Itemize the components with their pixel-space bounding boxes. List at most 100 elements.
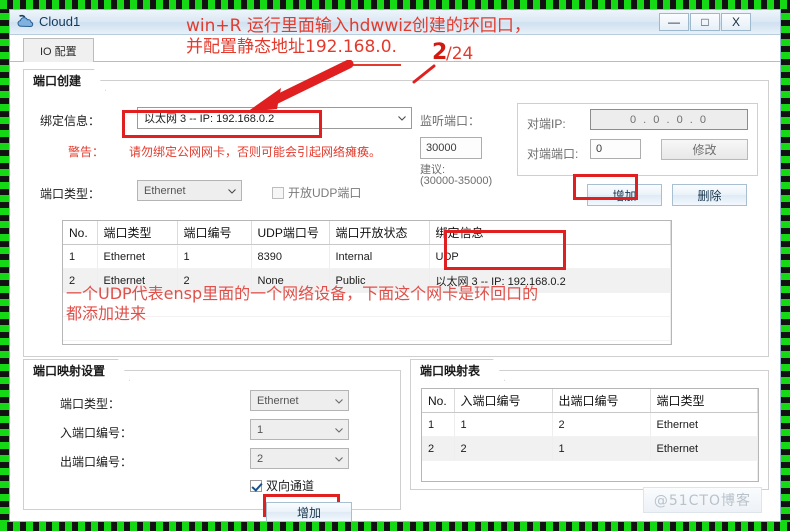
port-table-grid: No. 端口类型 端口编号 UDP端口号 端口开放状态 绑定信息 1 Ether…	[63, 221, 671, 344]
binding-info-select[interactable]: 以太网 3 -- IP: 192.168.0.2	[137, 107, 412, 129]
map-port-type-value: Ethernet	[257, 394, 299, 407]
cell-type: Ethernet	[650, 436, 758, 461]
annotation-top-line1: win+R 运行里面输入hdwwiz创建的环回口，	[186, 16, 531, 36]
cell-no: 1	[422, 412, 455, 437]
peer-port-value: 0	[596, 143, 603, 155]
annotation-underline	[343, 64, 401, 66]
port-mapping-settings-title: 端口映射设置	[23, 359, 130, 381]
checkbox-box-icon	[250, 479, 262, 492]
table-row[interactable]: 1 1 2 Ethernet	[422, 412, 758, 437]
add-port-button[interactable]: 增加	[587, 184, 662, 206]
binding-info-value: 以太网 3 -- IP: 192.168.0.2	[144, 113, 275, 125]
port-table-header-row: No. 端口类型 端口编号 UDP端口号 端口开放状态 绑定信息	[63, 221, 671, 245]
checkbox-box-icon	[272, 186, 284, 199]
map-out-port-select[interactable]: 2	[250, 448, 349, 469]
port-type-select[interactable]: Ethernet	[137, 180, 242, 201]
warning-label: 警告：	[68, 145, 105, 159]
map-out-port-value: 2	[257, 452, 264, 465]
cell-out-port: 1	[552, 436, 651, 461]
cell-type: Ethernet	[650, 412, 758, 437]
listen-port-value: 30000	[426, 142, 457, 154]
cloud-config-window: Cloud1 — □ X IO 配置 端口创建 绑定信息： 以太网 3 -- I…	[9, 9, 781, 522]
cell-no: 2	[422, 436, 455, 461]
peer-port-label: 对端端口:	[527, 147, 579, 161]
port-mapping-table-group: 端口映射表 No. 入端口编号 出端口编号 端口类型 1 1 2 Etherne…	[410, 370, 769, 490]
modify-button-label: 修改	[692, 143, 717, 157]
annotation-middle: 一个UDP代表ensp里面的一个网络设备，下面这个网卡是环回口的 都添加进来	[66, 284, 538, 323]
cell-in-port: 2	[454, 436, 553, 461]
bidirectional-label: 双向通道	[266, 479, 315, 493]
table-row[interactable]: 1 Ethernet 1 8390 Internal UDP	[63, 244, 671, 269]
cell-out-port: 2	[552, 412, 651, 437]
udp-open-label: 开放UDP端口	[288, 186, 362, 200]
bidirectional-checkbox[interactable]: 双向通道	[250, 477, 314, 494]
peer-port-input[interactable]: 0	[590, 139, 641, 159]
binding-info-label: 绑定信息：	[40, 114, 101, 128]
mapping-table-header-row: No. 入端口编号 出端口编号 端口类型	[422, 389, 758, 413]
add-mapping-button-label: 增加	[296, 505, 321, 520]
map-in-port-select[interactable]: 1	[250, 419, 349, 440]
annotation-middle-line1: 一个UDP代表ensp里面的一个网络设备，下面这个网卡是环回口的	[66, 284, 539, 303]
table-row-empty	[422, 460, 758, 481]
col-port-status: 端口开放状态	[329, 221, 430, 245]
port-type-value: Ethernet	[144, 184, 186, 197]
chevron-down-icon	[335, 456, 343, 462]
port-table[interactable]: No. 端口类型 端口编号 UDP端口号 端口开放状态 绑定信息 1 Ether…	[62, 220, 672, 345]
modify-button[interactable]: 修改	[661, 139, 748, 160]
col-port-type: 端口类型	[97, 221, 178, 245]
map-in-port-label: 入端口编号：	[60, 426, 133, 440]
col-port-type: 端口类型	[650, 389, 758, 413]
close-button[interactable]: X	[721, 13, 751, 31]
table-row-empty	[63, 340, 671, 344]
minimize-button[interactable]: —	[659, 13, 689, 31]
col-binding-info: 绑定信息	[429, 221, 671, 245]
tab-io-config[interactable]: IO 配置	[23, 38, 94, 62]
cell-number: 1	[177, 244, 252, 269]
watermark: @51CTO博客	[642, 487, 762, 513]
add-mapping-button[interactable]: 增加	[266, 502, 352, 522]
udp-open-checkbox[interactable]: 开放UDP端口	[272, 184, 361, 201]
delete-port-button-label: 删除	[697, 188, 722, 203]
minimize-icon: —	[668, 15, 680, 29]
cloud-icon	[17, 14, 34, 28]
annotation-top-line2: 并配置静态地址192.168.0.	[186, 36, 397, 57]
peer-ip-input[interactable]: 0 . 0 . 0 . 0	[590, 109, 748, 130]
port-mapping-settings-group: 端口映射设置 端口类型： Ethernet 入端口编号： 1 出端口编号： 2 …	[23, 370, 401, 510]
annotation-ip-suffix: /24	[446, 44, 474, 64]
maximize-icon: □	[701, 15, 709, 29]
map-in-port-value: 1	[257, 423, 264, 436]
maximize-button[interactable]: □	[690, 13, 720, 31]
mapping-table[interactable]: No. 入端口编号 出端口编号 端口类型 1 1 2 Ethernet 2 2	[421, 388, 759, 482]
cell-no: 1	[63, 244, 98, 269]
annotation-middle-line2: 都添加进来	[66, 303, 147, 323]
chevron-down-icon	[228, 188, 236, 194]
col-no: No.	[63, 221, 98, 245]
peer-ip-value: 0 . 0 . 0 . 0	[630, 113, 708, 126]
cell-type: Ethernet	[97, 244, 178, 269]
map-port-type-label: 端口类型：	[60, 397, 121, 411]
cell-status: Internal	[329, 244, 430, 269]
cell-in-port: 1	[454, 412, 553, 437]
warning-text: 请勿绑定公网网卡，否则可能会引起网络瘫痪。	[129, 145, 382, 159]
table-row[interactable]: 2 2 1 Ethernet	[422, 436, 758, 461]
listen-port-input[interactable]: 30000	[420, 137, 482, 159]
map-port-type-select[interactable]: Ethernet	[250, 390, 349, 411]
port-create-title: 端口创建	[23, 69, 106, 91]
add-port-button-label: 增加	[612, 188, 637, 203]
suggest-range: (30000-35000)	[420, 175, 493, 187]
mapping-table-grid: No. 入端口编号 出端口编号 端口类型 1 1 2 Ethernet 2 2	[422, 389, 758, 481]
tab-io-config-label: IO 配置	[40, 45, 77, 58]
col-out-port: 出端口编号	[552, 389, 651, 413]
map-out-port-label: 出端口编号：	[60, 455, 133, 469]
chevron-down-icon	[398, 116, 406, 121]
col-udp-port: UDP端口号	[251, 221, 330, 245]
window-title: Cloud1	[39, 14, 81, 29]
peer-ip-label: 对端IP:	[527, 117, 566, 131]
delete-port-button[interactable]: 删除	[672, 184, 747, 206]
col-no: No.	[422, 389, 455, 413]
cell-udp-port: 8390	[251, 244, 330, 269]
col-in-port: 入端口编号	[454, 389, 553, 413]
port-mapping-table-title: 端口映射表	[410, 359, 505, 381]
chevron-down-icon	[335, 398, 343, 404]
annotation-top: win+R 运行里面输入hdwwiz创建的环回口， 并配置静态地址192.168…	[186, 16, 531, 57]
